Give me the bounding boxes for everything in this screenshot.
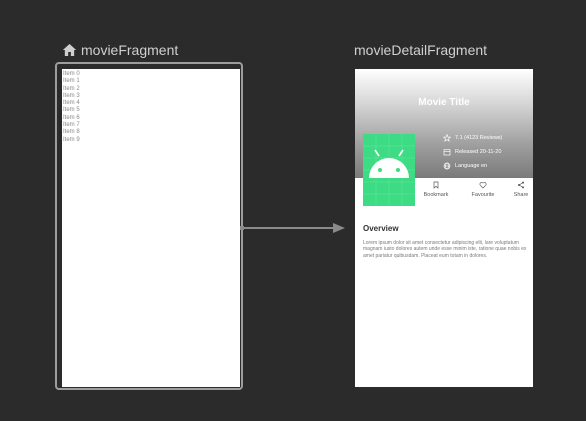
item-list: Item 0 Item 1 Item 2 Item 3 Item 4 Item … [62,69,240,144]
overview-text: Lorem ipsum dolor sit amet consectetur a… [363,240,527,259]
favourite-button[interactable]: Favourite [465,181,501,198]
list-item: Item 9 [63,136,80,143]
list-item: Item 8 [63,129,80,136]
movie-detail-fragment-preview[interactable]: Movie Title 7.1 (4123 Reviews) Released … [355,69,533,387]
poster-image [363,134,415,206]
share-button[interactable]: Share [503,181,533,198]
share-icon [518,181,524,189]
rating-text: 7.1 (4123 Reviews) [455,135,503,141]
list-item: Item 1 [63,78,80,85]
movie-fragment-preview[interactable]: Item 0 Item 1 Item 2 Item 3 Item 4 Item … [62,69,240,387]
release-row: Released 20-11-20 [443,148,501,156]
globe-icon [443,162,451,170]
bookmark-icon [433,181,439,189]
overview-heading: Overview [363,224,399,233]
language-row: Language en [443,162,487,170]
list-item: Item 5 [63,107,80,114]
navigation-action-arrow[interactable] [239,221,349,235]
rating-row: 7.1 (4123 Reviews) [443,134,502,142]
list-item: Item 7 [63,122,80,129]
start-destination-label[interactable]: movieFragment [61,42,178,58]
arrow-head-icon [333,223,345,233]
list-item: Item 6 [63,114,80,121]
calendar-icon [443,149,451,156]
list-item: Item 3 [63,92,80,99]
list-item: Item 2 [63,85,80,92]
release-text: Released 20-11-20 [455,149,502,155]
detail-destination-name: movieDetailFragment [354,42,488,58]
home-icon [62,44,77,56]
start-destination-name: movieFragment [81,42,179,58]
share-label: Share [513,192,529,198]
android-icon [363,134,415,206]
list-item: Item 0 [63,71,80,77]
bookmark-button[interactable]: Bookmark [418,181,454,198]
language-text: Language en [455,163,488,169]
favourite-label: Favourite [471,192,495,198]
movie-title: Movie Title [418,97,470,108]
star-icon [443,134,451,142]
bookmark-label: Bookmark [423,192,449,198]
heart-icon [479,182,487,189]
list-item: Item 4 [63,100,80,107]
detail-destination-label[interactable]: movieDetailFragment [354,42,487,58]
action-origin-handle[interactable] [240,226,244,230]
